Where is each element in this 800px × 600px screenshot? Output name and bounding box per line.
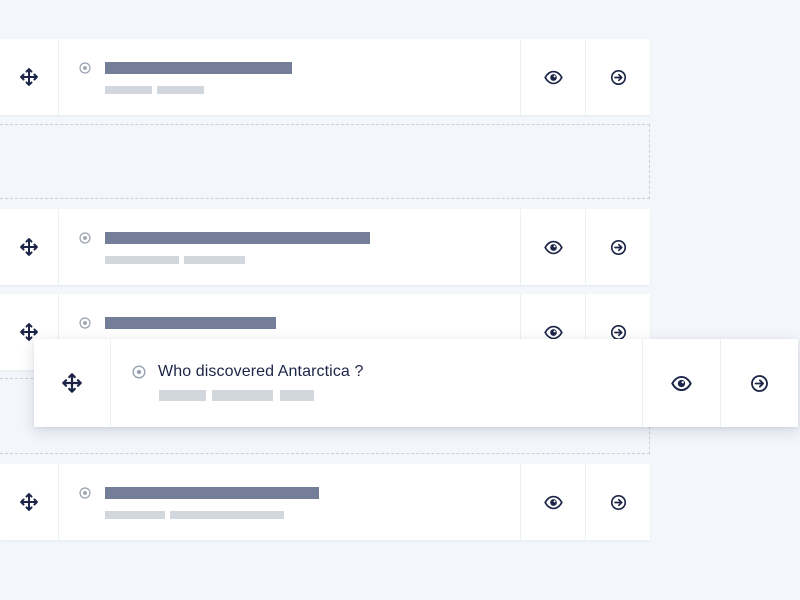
meta-placeholder	[170, 511, 284, 519]
item-content[interactable]: Who discovered Antarctica ?	[111, 339, 642, 427]
preview-button[interactable]	[520, 464, 585, 540]
meta-placeholder	[212, 390, 273, 401]
move-icon	[19, 237, 39, 257]
item-content[interactable]	[59, 464, 520, 540]
arrow-right-circle-icon	[610, 239, 627, 256]
open-button[interactable]	[585, 209, 650, 285]
drag-handle[interactable]	[0, 39, 59, 115]
arrow-right-circle-icon	[610, 494, 627, 511]
drag-handle[interactable]	[0, 464, 59, 540]
move-icon	[61, 372, 83, 394]
eye-icon	[544, 493, 563, 512]
meta-placeholder	[280, 390, 314, 401]
list-item[interactable]	[0, 209, 650, 285]
radio-icon	[79, 487, 91, 499]
open-button[interactable]	[720, 339, 798, 427]
list-item[interactable]	[0, 464, 650, 540]
meta-placeholder	[105, 511, 165, 519]
radio-icon	[79, 62, 91, 74]
list-item[interactable]	[0, 39, 650, 115]
title-placeholder	[105, 232, 370, 244]
question-list: Who discovered Antarctica ?	[0, 0, 800, 600]
dragged-list-item[interactable]: Who discovered Antarctica ?	[34, 339, 798, 427]
meta-placeholder	[157, 86, 204, 94]
radio-icon	[132, 365, 146, 379]
eye-icon	[544, 68, 563, 87]
drop-slot	[0, 124, 650, 199]
eye-icon	[671, 373, 692, 394]
title-placeholder	[105, 62, 292, 74]
meta-placeholder	[105, 256, 179, 264]
preview-button[interactable]	[642, 339, 720, 427]
arrow-right-circle-icon	[750, 374, 769, 393]
title-placeholder	[105, 487, 319, 499]
radio-icon	[79, 232, 91, 244]
open-button[interactable]	[585, 39, 650, 115]
question-title: Who discovered Antarctica ?	[158, 363, 364, 380]
eye-icon	[544, 238, 563, 257]
meta-placeholder	[159, 390, 206, 401]
move-icon	[19, 492, 39, 512]
drag-handle[interactable]	[0, 209, 59, 285]
item-content[interactable]	[59, 209, 520, 285]
item-content[interactable]	[59, 39, 520, 115]
preview-button[interactable]	[520, 39, 585, 115]
meta-placeholder	[105, 86, 152, 94]
open-button[interactable]	[585, 464, 650, 540]
radio-icon	[79, 317, 91, 329]
arrow-right-circle-icon	[610, 69, 627, 86]
move-icon	[19, 67, 39, 87]
meta-placeholder	[184, 256, 245, 264]
arrow-right-circle-icon	[610, 324, 627, 341]
title-placeholder	[105, 317, 276, 329]
preview-button[interactable]	[520, 209, 585, 285]
drag-handle[interactable]	[34, 339, 111, 427]
